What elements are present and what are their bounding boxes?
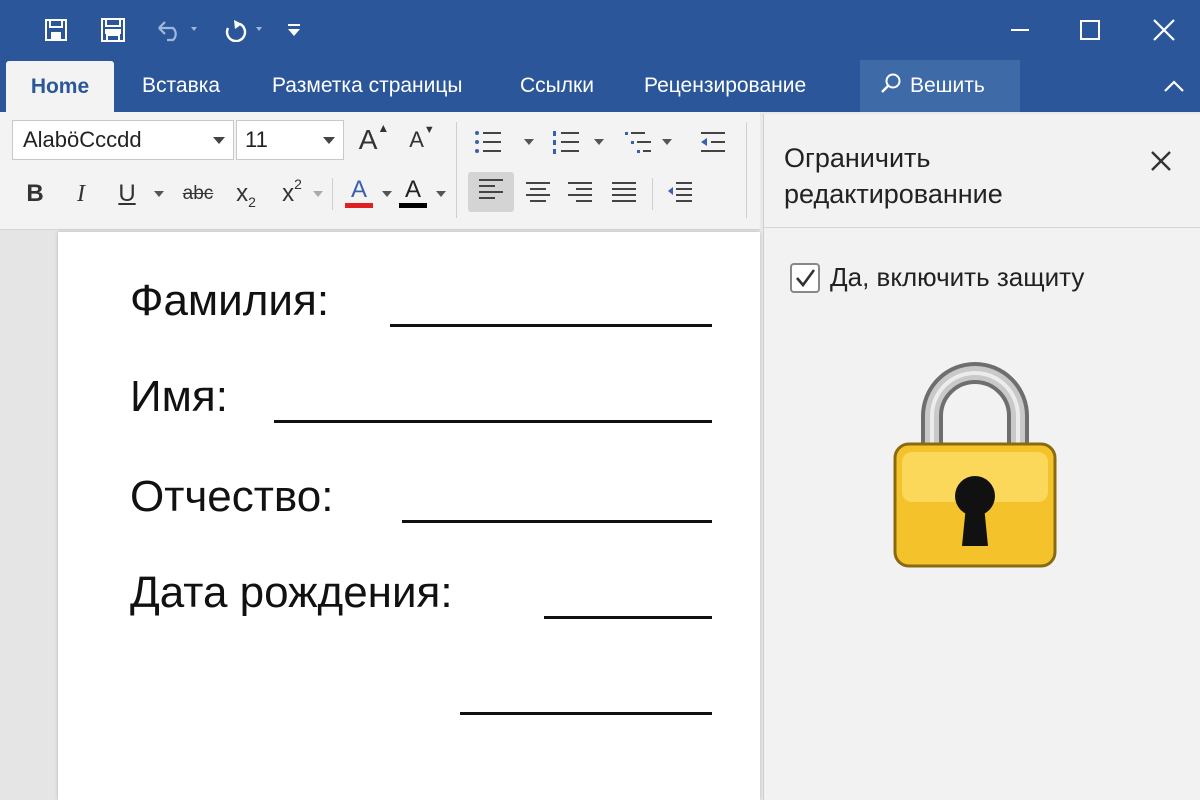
tell-me-search[interactable]: Вешить — [860, 60, 1020, 112]
close-icon[interactable] — [1144, 144, 1178, 178]
field-line-patronymic[interactable] — [402, 520, 712, 523]
save-icon[interactable] — [40, 14, 72, 46]
font-name-dropdown[interactable]: AlaböCccdd — [12, 120, 234, 160]
chevron-down-icon — [213, 137, 225, 144]
align-left-button[interactable] — [468, 172, 514, 212]
subscript-mark: 2 — [248, 194, 256, 210]
field-label-name: Имя: — [130, 372, 228, 421]
font-size-value: 11 — [245, 127, 268, 152]
font-color-bar — [345, 202, 373, 208]
document-page[interactable]: Фамилия: Имя: Отчество: Дата рождения: — [58, 232, 760, 800]
align-left-icon — [477, 177, 505, 208]
chevron-down-icon[interactable] — [514, 122, 544, 162]
grow-font-icon: A — [358, 124, 378, 155]
enable-protection-option[interactable]: Да, включить защиту — [790, 262, 1084, 293]
tab-references[interactable]: Ссылки — [506, 60, 608, 112]
font-size-dropdown[interactable]: 11 — [236, 120, 344, 160]
lock-icon — [892, 356, 1058, 577]
field-line-birthdate[interactable] — [544, 616, 712, 619]
pane-title: Ограничить редактированние — [784, 143, 1003, 209]
restrict-editing-pane: Ограничить редактированние Да, включить … — [763, 114, 1200, 800]
shrink-font-icon: A — [409, 127, 424, 152]
field-label-birthdate: Дата рождения: — [130, 568, 453, 617]
decrease-indent-icon[interactable] — [696, 122, 730, 162]
numbering-icon[interactable] — [548, 122, 584, 162]
bullets-icon[interactable] — [470, 122, 506, 162]
collapse-ribbon-icon[interactable] — [1160, 72, 1188, 100]
justify-icon[interactable] — [604, 172, 644, 212]
enable-protection-checkbox[interactable] — [790, 262, 820, 293]
undo-icon[interactable] — [152, 14, 204, 46]
strikethrough-button[interactable]: abc — [176, 174, 220, 214]
highlight-color-button[interactable]: A — [396, 172, 430, 212]
align-right-icon[interactable] — [560, 172, 600, 212]
highlight-color-bar — [399, 202, 427, 208]
redo-icon[interactable] — [220, 14, 270, 46]
shrink-font-button[interactable]: A ▼ — [404, 120, 440, 160]
search-icon — [880, 72, 902, 100]
superscript-button[interactable]: x2 — [274, 174, 310, 214]
underline-options-icon[interactable] — [150, 174, 168, 214]
field-label-patronymic: Отчество: — [130, 472, 334, 521]
field-label-surname: Фамилия: — [130, 276, 330, 325]
field-line-surname[interactable] — [390, 324, 712, 327]
chevron-down-icon[interactable] — [378, 174, 396, 214]
subscript-label: x — [236, 180, 249, 207]
underline-button[interactable]: U — [112, 174, 142, 214]
maximize-icon[interactable] — [1064, 10, 1116, 50]
superscript-label: x — [282, 180, 295, 207]
multilevel-list-icon[interactable] — [620, 122, 656, 162]
tab-page-layout[interactable]: Разметка страницы — [258, 60, 477, 112]
separator — [332, 178, 333, 210]
ribbon-tab-bar: Home Вставка Разметка страницы Ссылки Ре… — [0, 60, 1200, 112]
line-spacing-icon[interactable] — [662, 172, 698, 212]
close-window-icon[interactable] — [1138, 10, 1190, 50]
field-line-name[interactable] — [274, 420, 712, 423]
separator — [456, 122, 457, 218]
font-color-letter: A — [350, 175, 367, 203]
tab-review[interactable]: Рецензирование — [630, 60, 820, 112]
highlight-letter: A — [404, 175, 421, 203]
pane-header: Ограничить редактированние — [764, 114, 1200, 228]
print-save-icon[interactable] — [96, 14, 130, 46]
chevron-down-icon — [323, 137, 335, 144]
chevron-down-icon[interactable] — [432, 174, 450, 214]
tab-home[interactable]: Home — [6, 61, 114, 112]
chevron-down-icon[interactable] — [310, 174, 326, 214]
chevron-down-icon[interactable] — [590, 122, 608, 162]
subscript-button[interactable]: x2 — [228, 174, 264, 214]
separator — [746, 122, 747, 218]
field-line-extra[interactable] — [460, 712, 712, 715]
ribbon-home: AlaböCccdd 11 A ▲ A ▼ B I U abc x2 x2 A A — [0, 112, 760, 230]
grow-font-button[interactable]: A ▲ — [356, 120, 392, 160]
title-bar — [0, 0, 1200, 60]
enable-protection-label: Да, включить защиту — [830, 262, 1085, 292]
superscript-mark: 2 — [294, 176, 302, 192]
chevron-down-icon[interactable] — [658, 122, 676, 162]
search-label: Вешить — [910, 74, 985, 97]
customize-icon[interactable] — [282, 14, 306, 46]
align-center-icon[interactable] — [518, 172, 558, 212]
font-color-button[interactable]: A — [342, 172, 376, 212]
italic-button[interactable]: I — [66, 174, 96, 214]
separator — [652, 178, 653, 210]
minimize-icon[interactable] — [994, 10, 1046, 50]
tab-insert[interactable]: Вставка — [128, 60, 234, 112]
bold-button[interactable]: B — [20, 174, 50, 214]
font-name-value: AlaböCccdd — [23, 127, 142, 152]
